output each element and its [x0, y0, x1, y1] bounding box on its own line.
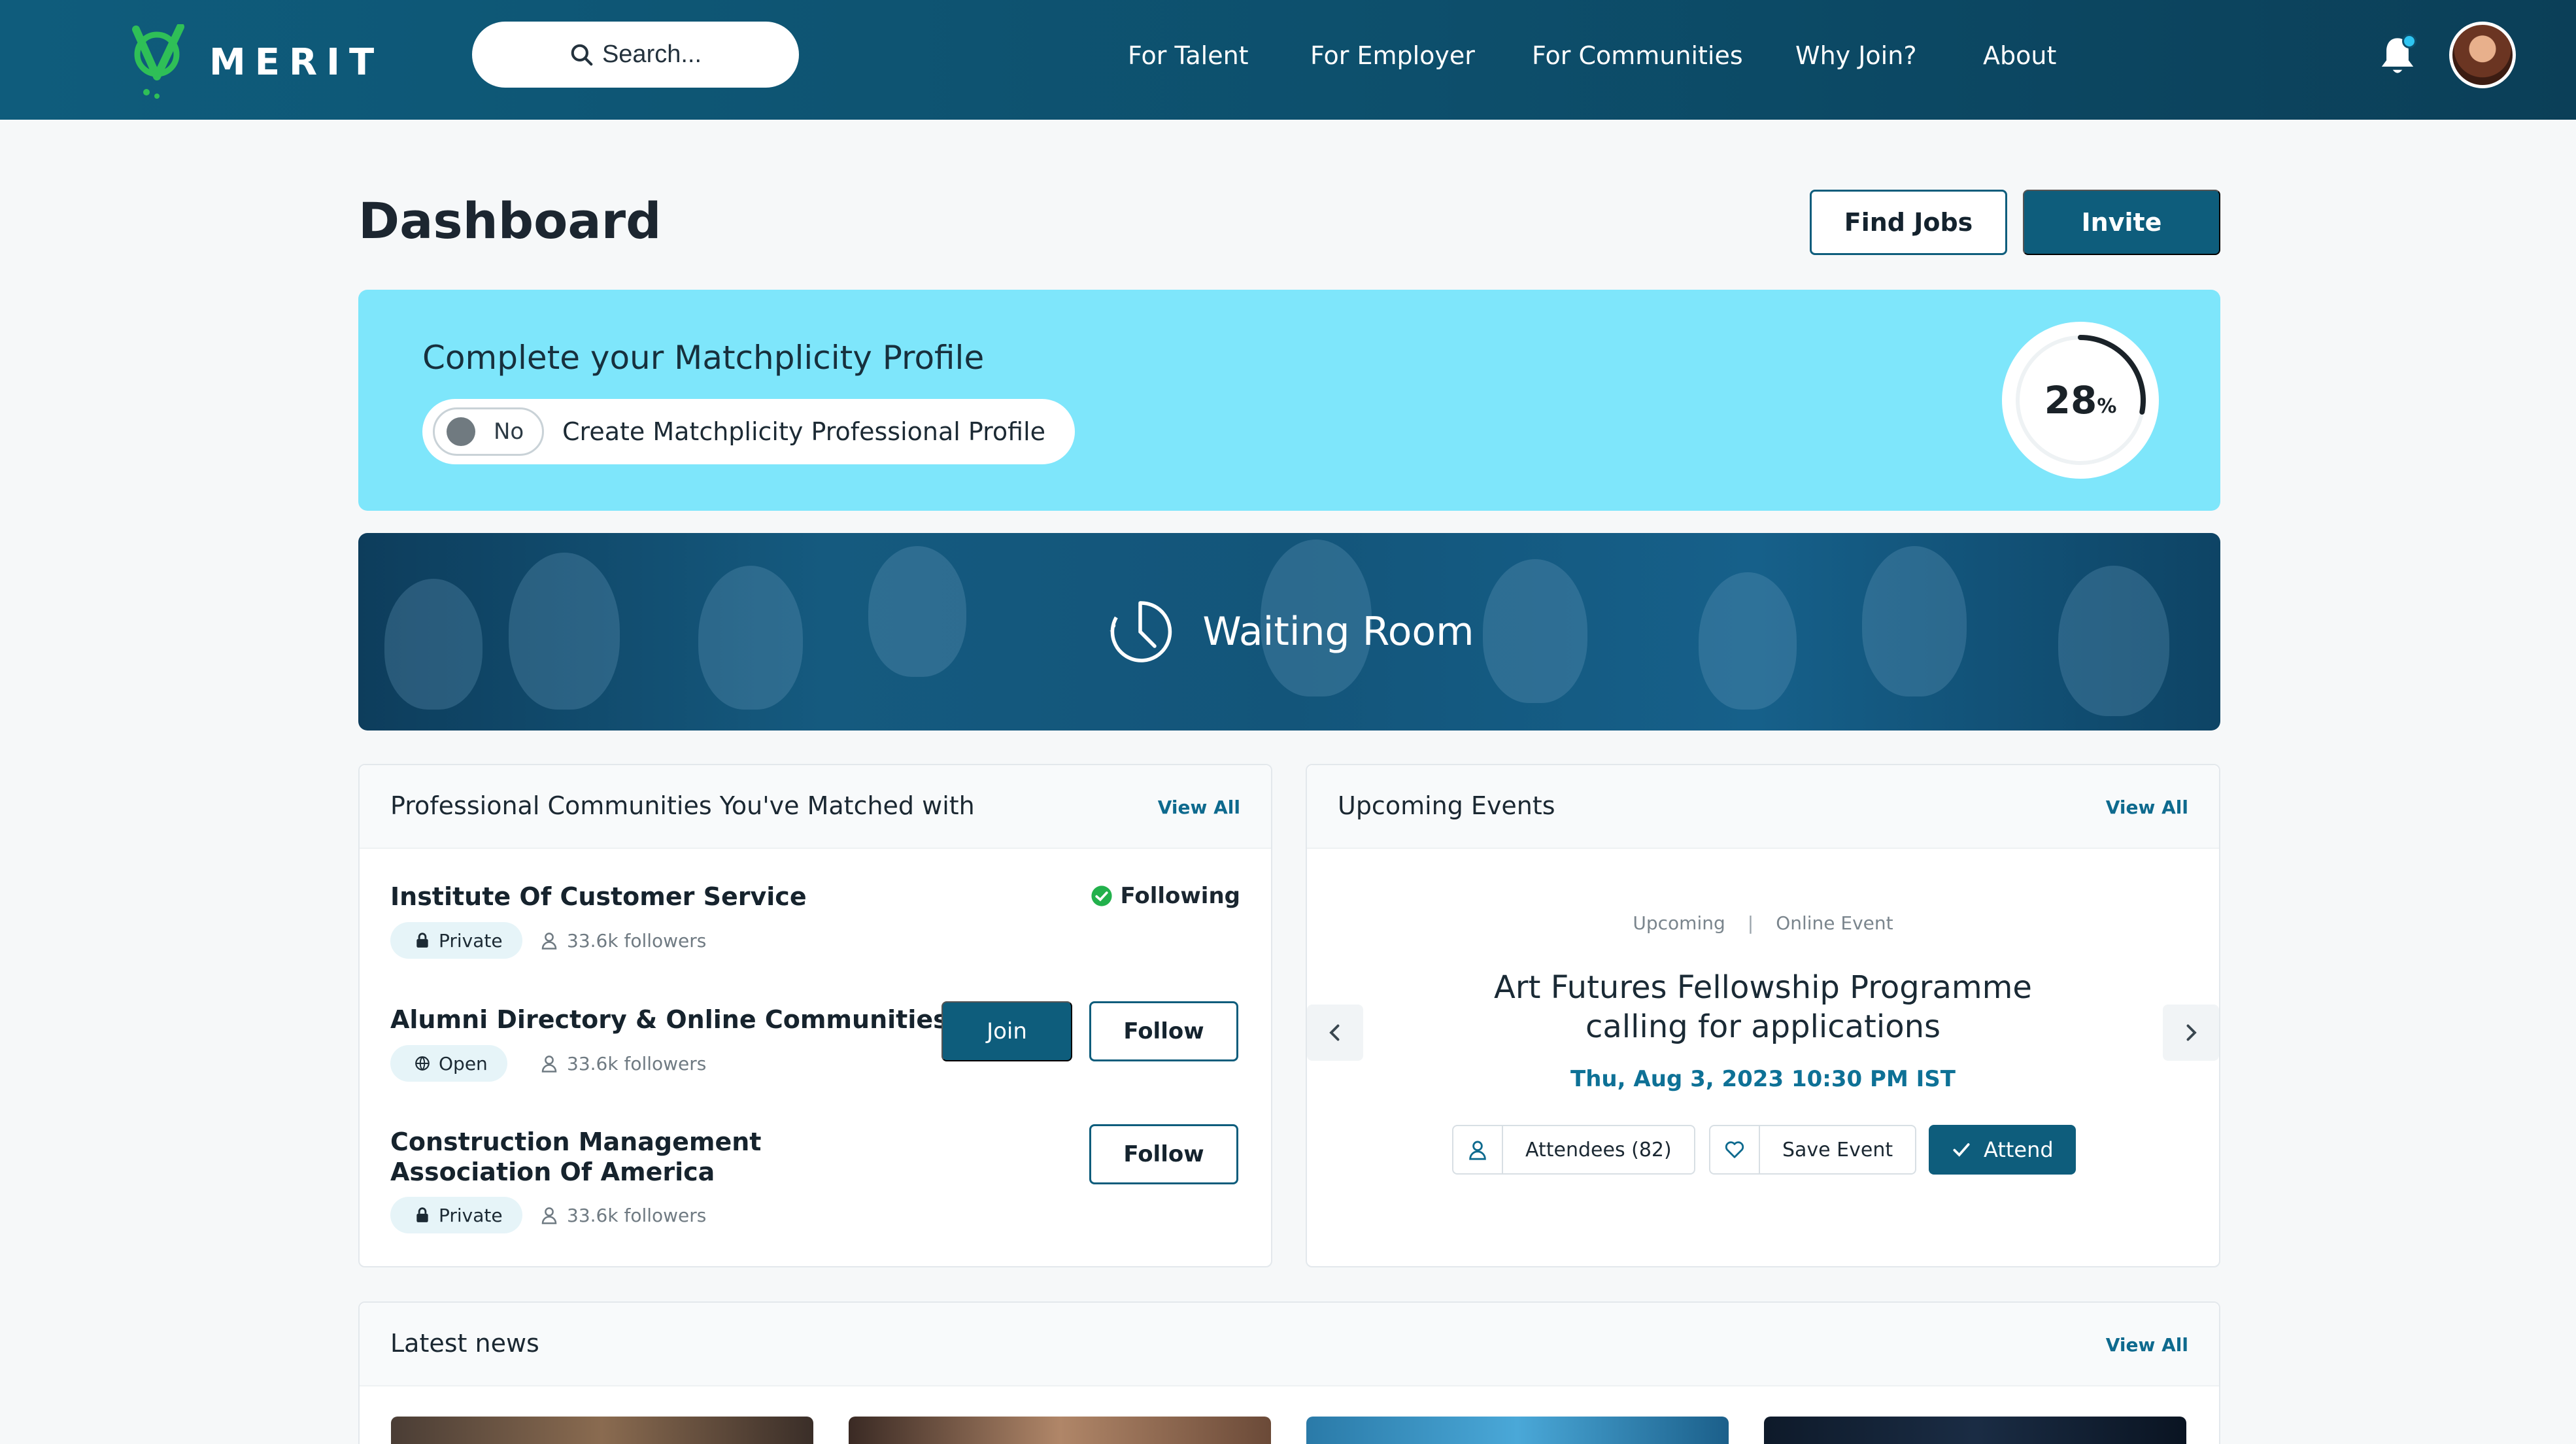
card-title: Upcoming Events [1338, 791, 1555, 820]
event-date: Thu, Aug 3, 2023 10:30 PM IST [1570, 1066, 1956, 1092]
waiting-room-content: Waiting Room [358, 533, 2220, 731]
attendees-label: Attendees (82) [1525, 1138, 1672, 1161]
globe-icon [415, 1056, 430, 1071]
user-icon [541, 1207, 557, 1224]
separator: | [1747, 912, 1754, 934]
page-title: Dashboard [358, 192, 662, 250]
save-event-label: Save Event [1782, 1138, 1893, 1161]
view-all-link[interactable]: View All [1158, 797, 1240, 818]
card-header: Professional Communities You've Matched … [360, 765, 1271, 849]
following-status: Following [1091, 883, 1240, 909]
user-icon [541, 1056, 557, 1073]
nav-link-for-communities[interactable]: For Communities [1532, 39, 1743, 72]
attend-label: Attend [1984, 1137, 2054, 1162]
clock-icon [1110, 601, 1172, 662]
toggle-state: No [494, 419, 524, 445]
community-name[interactable]: Alumni Directory & Online Communities [390, 1005, 948, 1035]
search-placeholder: Search... [602, 41, 702, 68]
search-input[interactable]: Search... [472, 22, 799, 88]
waiting-room-banner[interactable]: Waiting Room [358, 533, 2220, 731]
progress-readout: 28 % [1999, 319, 2161, 481]
attend-button[interactable]: Attend [1929, 1125, 2076, 1175]
join-button[interactable]: Join [941, 1001, 1072, 1061]
upcoming-events-card: Upcoming Events View All Upcoming | Online… [1306, 764, 2220, 1267]
privacy-badge: Private [390, 922, 522, 959]
privacy-badge: Private [390, 1197, 522, 1233]
attendees-button[interactable]: Attendees (82) [1452, 1125, 1695, 1175]
lock-icon [416, 933, 428, 948]
invite-button[interactable]: Invite [2023, 190, 2220, 255]
progress-value: 28 [2044, 378, 2097, 422]
community-name[interactable]: Construction Management Association Of A… [390, 1127, 926, 1187]
check-icon [1953, 1143, 1970, 1157]
previous-event-button[interactable] [1307, 1005, 1363, 1061]
brand-name: MERIT [209, 41, 384, 84]
save-icon-box [1710, 1126, 1760, 1173]
lock-icon [416, 1207, 428, 1222]
news-thumbnail[interactable] [849, 1417, 1271, 1444]
following-label: Following [1120, 883, 1240, 909]
followers-count: 33.6k followers [539, 1045, 706, 1082]
search-icon [571, 44, 593, 65]
view-all-link[interactable]: View All [2106, 797, 2188, 818]
create-profile-toggle-row: No Create Matchplicity Professional Prof… [422, 399, 1075, 464]
toggle-knob [447, 417, 475, 446]
toggle-label: Create Matchplicity Professional Profile [562, 417, 1046, 446]
card-title: Professional Communities You've Matched … [390, 791, 975, 820]
follow-button[interactable]: Follow [1089, 1124, 1238, 1184]
privacy-label: Private [439, 1204, 503, 1226]
followers-count: 33.6k followers [539, 1197, 706, 1233]
community-name[interactable]: Institute Of Customer Service [390, 882, 807, 912]
event-kind: Online Event [1776, 912, 1893, 934]
profile-completion-card: Complete your Matchplicity Profile No Cr… [358, 290, 2220, 511]
save-event-button[interactable]: Save Event [1709, 1125, 1917, 1175]
nav-link-for-talent[interactable]: For Talent [1128, 39, 1249, 72]
notification-dot [2402, 34, 2416, 48]
card-title: Latest news [390, 1329, 539, 1358]
privacy-label: Open [439, 1052, 488, 1074]
progress-unit: % [2097, 394, 2117, 418]
news-thumbnail[interactable] [1764, 1417, 2186, 1444]
news-thumbnail[interactable] [391, 1417, 813, 1444]
chevron-left-icon [1329, 1024, 1340, 1041]
create-profile-toggle[interactable]: No [433, 407, 544, 456]
followers-label: 33.6k followers [567, 1204, 707, 1226]
followers-label: 33.6k followers [567, 1052, 707, 1074]
nav-link-why-join[interactable]: Why Join? [1795, 39, 1917, 72]
user-icon [541, 933, 557, 950]
event-title-text: Art Futures Fellowship Programme calling… [1494, 969, 2032, 1045]
heart-icon [1725, 1141, 1744, 1158]
event-title[interactable]: Art Futures Fellowship Programme calling… [1307, 968, 2219, 1046]
brand-logo[interactable]: MERIT [124, 24, 384, 99]
logo-icon [132, 24, 184, 99]
card-header: Upcoming Events View All [1307, 765, 2219, 849]
followers-count: 33.6k followers [539, 922, 706, 959]
chevron-right-icon [2186, 1024, 2197, 1041]
waiting-room-label: Waiting Room [1202, 609, 1474, 655]
news-thumbnail[interactable] [1306, 1417, 1729, 1444]
privacy-label: Private [439, 929, 503, 952]
privacy-badge: Open [390, 1045, 507, 1082]
nav-link-about[interactable]: About [1983, 39, 2056, 72]
communities-card: Professional Communities You've Matched … [358, 764, 1272, 1267]
find-jobs-button[interactable]: Find Jobs [1810, 190, 2007, 255]
followers-label: 33.6k followers [567, 929, 707, 952]
profile-card-title: Complete your Matchplicity Profile [422, 339, 985, 377]
card-header: Latest news View All [360, 1303, 2219, 1386]
next-event-button[interactable] [2163, 1005, 2219, 1061]
event-meta: Upcoming | Online Event [1307, 912, 2219, 934]
attendees-icon-box [1453, 1126, 1503, 1173]
user-icon [1469, 1141, 1486, 1160]
check-circle-icon [1091, 885, 1112, 906]
avatar[interactable] [2449, 22, 2516, 88]
follow-button[interactable]: Follow [1089, 1001, 1238, 1061]
top-nav: MERIT Search... For Talent For Employer … [0, 0, 2576, 120]
view-all-link[interactable]: View All [2106, 1334, 2188, 1356]
event-status: Upcoming [1633, 912, 1725, 934]
nav-link-for-employer[interactable]: For Employer [1310, 39, 1475, 72]
